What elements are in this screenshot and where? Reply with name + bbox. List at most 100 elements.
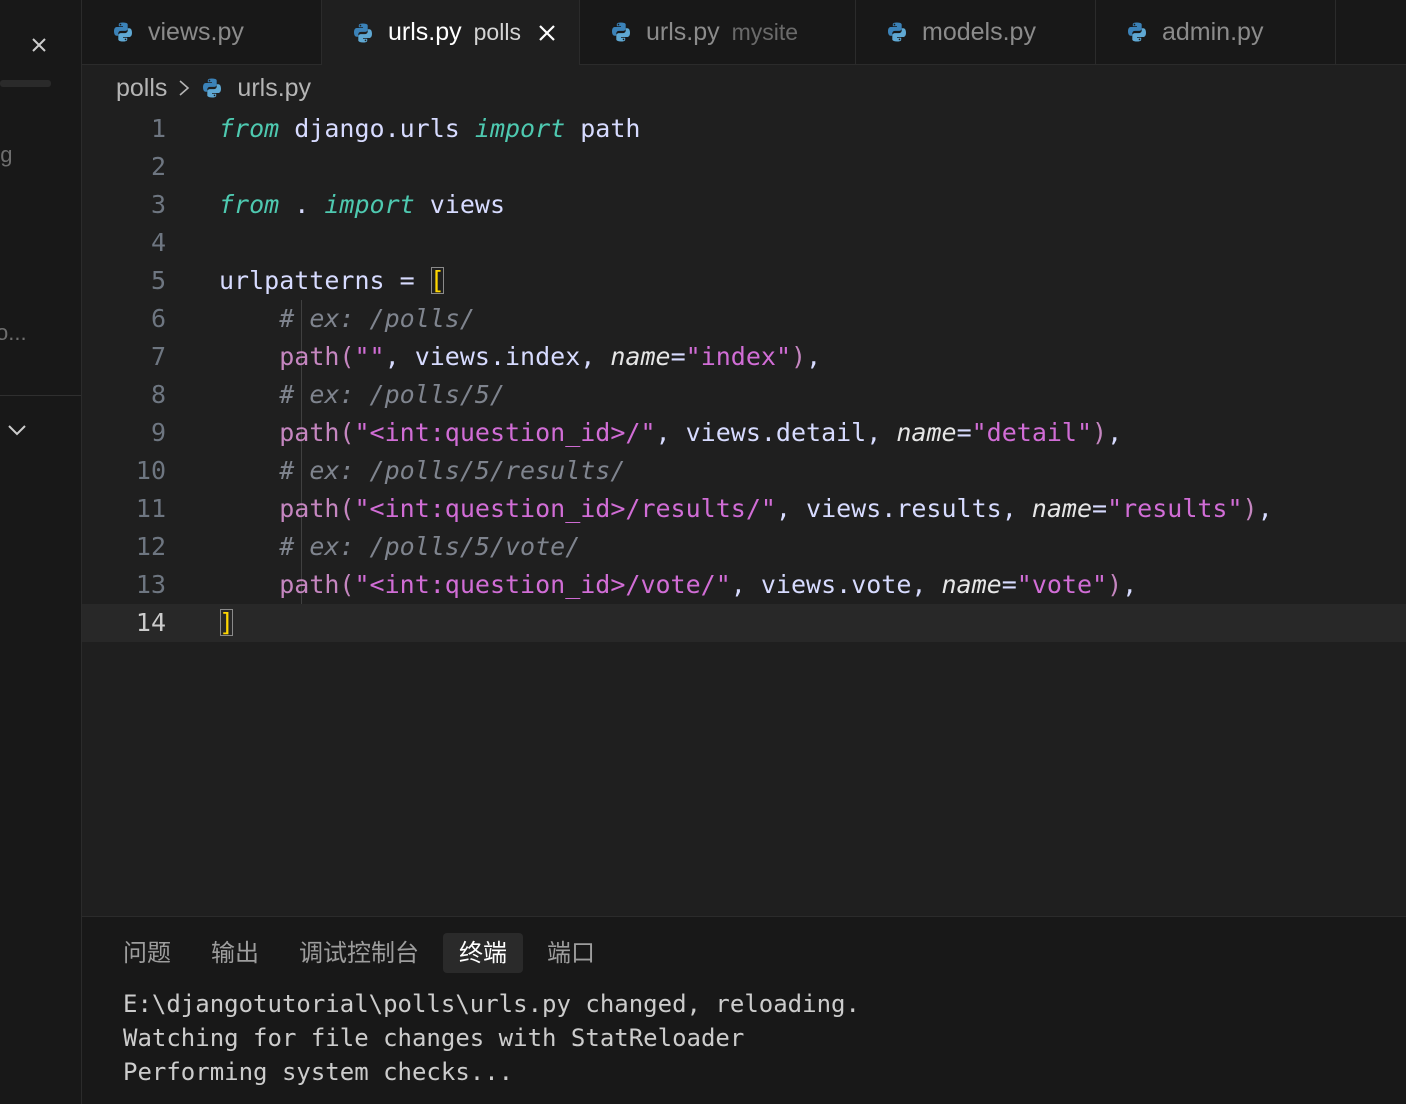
code-text: path("<int:question_id>/results/", views…	[219, 490, 1273, 528]
tab-problems[interactable]: 问题	[107, 933, 187, 973]
code-line[interactable]: 2	[82, 148, 1406, 186]
tab-urls-py-mysite[interactable]: urls.py mysite	[580, 0, 856, 64]
code-editor[interactable]: 1 from django.urls import path 2 3 from . …	[82, 110, 1406, 916]
breadcrumb-folder[interactable]: polls	[116, 74, 167, 103]
tab-label: admin.py	[1162, 17, 1264, 46]
bottom-panel: 问题 输出 调试控制台 终端 端口 E:\djangotutorial\poll…	[82, 916, 1406, 1104]
code-token: )	[791, 342, 807, 371]
tab-output[interactable]: 输出	[195, 933, 275, 973]
line-number: 5	[150, 266, 166, 295]
code-line[interactable]: 13 path("<int:question_id>/vote/", views…	[82, 566, 1406, 604]
side-panel: ng o...	[0, 0, 82, 1104]
tab-label: views.py	[148, 17, 244, 46]
code-line-current[interactable]: 14]	[82, 604, 1406, 642]
code-token: , views.results,	[775, 494, 1032, 523]
code-token: "<int:question_id>/"	[354, 418, 656, 447]
editor-tab-bar: views.py urls.py polls urls.py mysite mo…	[82, 0, 1406, 65]
python-icon	[114, 22, 132, 42]
tab-label: urls.py	[646, 17, 720, 46]
line-number: 1	[150, 114, 166, 143]
code-token: , views.vote,	[730, 570, 942, 599]
tab-debug-console[interactable]: 调试控制台	[283, 933, 435, 973]
tab-label: models.py	[922, 17, 1036, 46]
line-number: 2	[150, 152, 166, 181]
code-token: path	[565, 114, 641, 143]
code-line[interactable]: 9 path("<int:question_id>/", views.detai…	[82, 414, 1406, 452]
code-token: , views.detail,	[655, 418, 897, 447]
code-text: from . import views	[219, 186, 505, 224]
line-number: 8	[150, 380, 166, 409]
code-line[interactable]: 6 # ex: /polls/	[82, 300, 1406, 338]
code-token: =	[1001, 570, 1017, 599]
code-text: from django.urls import path	[219, 110, 640, 148]
tab-admin-py[interactable]: admin.py	[1096, 0, 1336, 64]
side-panel-text: ng	[0, 142, 13, 167]
code-token: ,	[1107, 418, 1123, 447]
chevron-down-icon[interactable]	[6, 422, 28, 438]
vscode-window: ng o... views.py urls.py polls urls.py m…	[0, 0, 1406, 1104]
code-line[interactable]: 7 path("", views.index, name="index"),	[82, 338, 1406, 376]
code-token: name	[941, 570, 1002, 599]
code-token: .	[279, 190, 325, 219]
code-token: =	[1092, 494, 1108, 523]
code-line[interactable]: 1 from django.urls import path	[82, 110, 1406, 148]
line-number: 9	[150, 418, 166, 447]
code-token: name	[610, 342, 671, 371]
code-line[interactable]: 8 # ex: /polls/5/	[82, 376, 1406, 414]
code-token: ,	[1257, 494, 1273, 523]
line-number: 13	[135, 570, 166, 599]
line-number: 12	[135, 532, 166, 561]
code-line[interactable]: 11 path("<int:question_id>/results/", vi…	[82, 490, 1406, 528]
code-token: name	[1031, 494, 1093, 523]
chevron-right-icon	[179, 80, 190, 96]
code-token: =	[956, 418, 972, 447]
line-number: 14	[135, 608, 166, 637]
code-token: # ex: /polls/5/	[279, 380, 505, 409]
line-number: 4	[150, 228, 166, 257]
code-token: =	[670, 342, 686, 371]
code-line[interactable]: 4	[82, 224, 1406, 262]
tab-urls-py-polls[interactable]: urls.py polls	[322, 0, 580, 65]
code-token: "results"	[1107, 494, 1243, 523]
line-number: 10	[135, 456, 166, 485]
code-text: # ex: /polls/	[219, 300, 475, 338]
code-token: ""	[354, 342, 385, 371]
python-icon	[612, 22, 630, 42]
code-token: # ex: /polls/5/vote/	[279, 532, 581, 561]
code-line[interactable]: 12 # ex: /polls/5/vote/	[82, 528, 1406, 566]
breadcrumb-file[interactable]: urls.py	[237, 74, 311, 103]
code-line[interactable]: 10 # ex: /polls/5/results/	[82, 452, 1406, 490]
close-icon[interactable]	[28, 34, 50, 56]
code-token: "index"	[685, 342, 792, 371]
tab-description: mysite	[731, 18, 799, 45]
code-token: from	[219, 190, 280, 219]
code-text: # ex: /polls/5/vote/	[219, 528, 580, 566]
code-token: "<int:question_id>/results/"	[354, 494, 776, 523]
close-icon[interactable]	[537, 23, 557, 43]
code-line[interactable]: 3 from . import views	[82, 186, 1406, 224]
code-token: )	[1092, 418, 1108, 447]
side-scrollbar[interactable]	[0, 80, 51, 87]
code-token: "<int:question_id>/vote/"	[354, 570, 731, 599]
tab-views-py[interactable]: views.py	[82, 0, 322, 64]
code-token: ,	[806, 342, 822, 371]
matched-bracket: [	[429, 266, 445, 295]
tab-models-py[interactable]: models.py	[856, 0, 1096, 64]
line-number: 6	[150, 304, 166, 333]
code-token: path(	[279, 342, 355, 371]
code-text: path("", views.index, name="index"),	[219, 338, 821, 376]
code-line[interactable]: 5 urlpatterns = [	[82, 262, 1406, 300]
tab-ports[interactable]: 端口	[531, 933, 611, 973]
tab-label: urls.py	[388, 18, 462, 46]
code-token: ,	[1122, 570, 1138, 599]
tab-terminal[interactable]: 终端	[443, 933, 523, 973]
code-token: )	[1107, 570, 1123, 599]
code-token: from	[219, 114, 280, 143]
code-token: import	[324, 190, 415, 219]
code-text: ]	[219, 604, 234, 642]
